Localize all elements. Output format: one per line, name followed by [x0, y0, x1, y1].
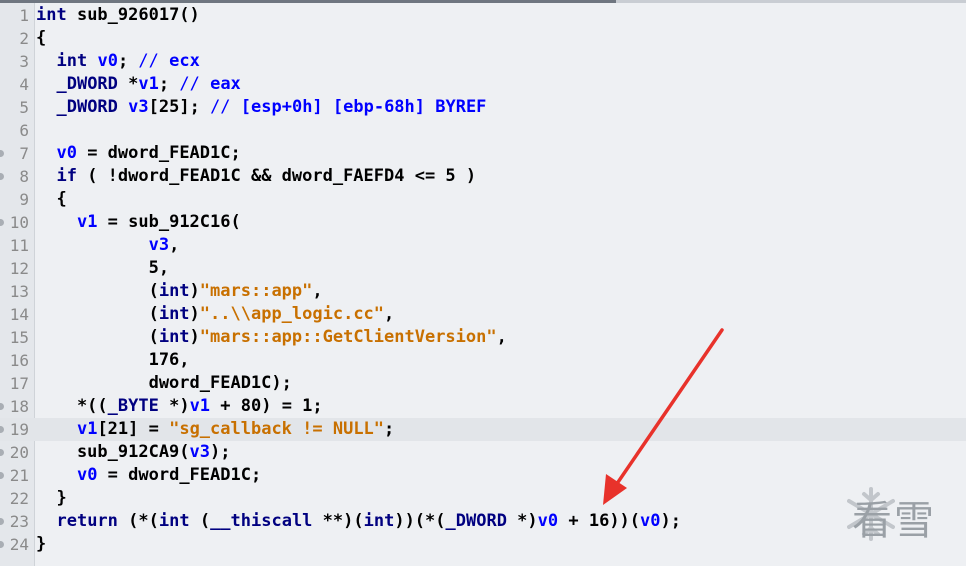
annotation-arrow: [603, 328, 724, 505]
watermark-text: 看雪: [852, 498, 936, 544]
